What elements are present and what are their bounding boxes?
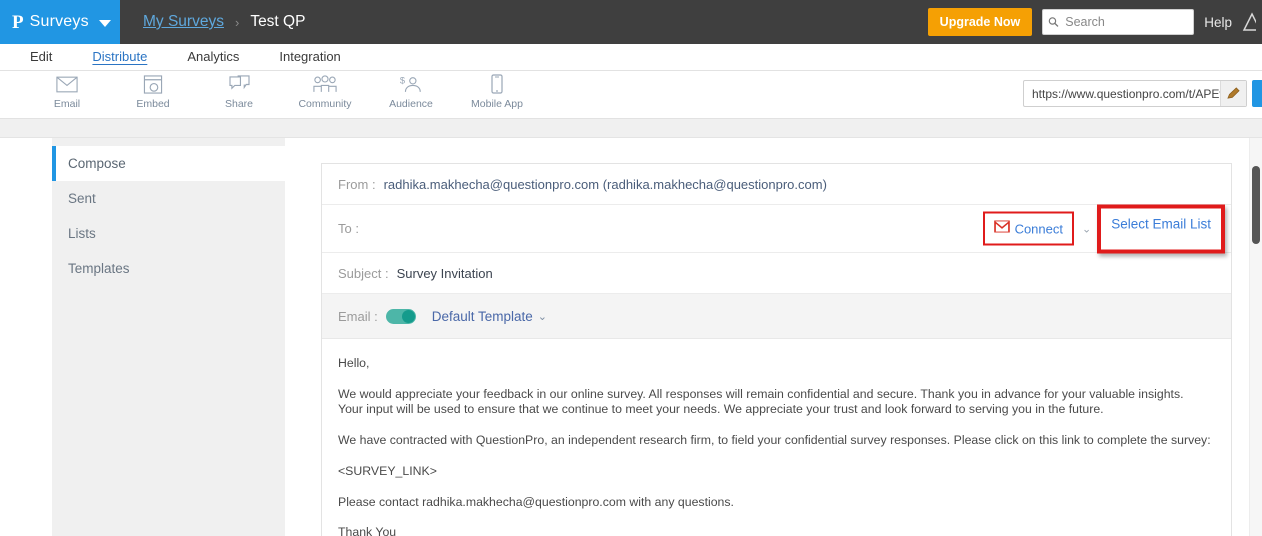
top-navigation-bar: P Surveys My Surveys › Test QP Upgrade N…	[0, 0, 1262, 44]
upgrade-now-button[interactable]: Upgrade Now	[927, 8, 1033, 36]
page-scrollbar[interactable]	[1249, 138, 1262, 536]
body-paragraph: Please contact radhika.makhecha@question…	[338, 494, 734, 509]
channel-embed-label: Embed	[136, 98, 170, 110]
email-template-row: Email : Default Template ⌄	[322, 294, 1231, 339]
channel-share[interactable]: Share	[196, 73, 282, 110]
distribute-channel-toolbar: Email Embed Share Community $ Audience M…	[0, 71, 1262, 119]
to-row: To : Connect ⌄ Select Email List	[322, 204, 1231, 253]
channel-audience[interactable]: $ Audience	[368, 73, 454, 110]
brand-label: Surveys	[29, 13, 89, 30]
share-speech-bubble-icon	[228, 73, 250, 95]
channel-share-label: Share	[224, 98, 254, 110]
search-input[interactable]	[1042, 9, 1195, 35]
body-paragraph: Thank You	[338, 525, 397, 536]
channel-audience-label: Audience	[389, 98, 433, 110]
breadcrumb-current-survey: Test QP	[250, 13, 306, 30]
brand-surveys-menu[interactable]: P Surveys	[0, 0, 120, 44]
sidebar-item-lists-label: Lists	[68, 226, 96, 241]
compose-sidebar: Compose Sent Lists Templates	[52, 138, 285, 536]
to-row-actions: Connect ⌄ Select Email List	[982, 204, 1225, 253]
tab-distribute[interactable]: Distribute	[72, 44, 167, 70]
sidebar-item-compose[interactable]: Compose	[52, 146, 285, 181]
tab-analytics[interactable]: Analytics	[167, 44, 259, 70]
sidebar-item-templates-label: Templates	[68, 261, 130, 276]
sidebar-item-templates[interactable]: Templates	[52, 251, 285, 286]
gmail-connect-button[interactable]: Connect	[982, 211, 1074, 246]
body-paragraph: Hello,	[338, 356, 370, 370]
pencil-icon[interactable]	[1220, 81, 1246, 106]
subject-value[interactable]: Survey Invitation	[397, 266, 493, 281]
channel-email-label: Email	[53, 98, 81, 110]
help-link[interactable]: Help	[1204, 15, 1232, 30]
email-enabled-toggle[interactable]	[385, 308, 416, 324]
subject-label: Subject :	[338, 265, 389, 281]
chevron-down-icon[interactable]: ⌄	[538, 310, 547, 323]
channel-email[interactable]: Email	[24, 73, 110, 110]
top-gray-strip	[0, 119, 1262, 138]
template-selector[interactable]: Default Template	[432, 309, 533, 324]
chevron-down-icon[interactable]: ⌄	[1082, 222, 1091, 235]
survey-url-area: https://www.questionpro.com/t/APEvHZ	[1023, 80, 1262, 107]
channel-mobile-app[interactable]: Mobile App	[454, 73, 540, 110]
channel-mobile-app-label: Mobile App	[471, 98, 523, 110]
subject-row: Subject : Survey Invitation	[322, 253, 1231, 294]
select-email-list-label: Select Email List	[1111, 216, 1211, 231]
sidebar-item-compose-label: Compose	[68, 156, 126, 171]
to-label: To :	[338, 221, 359, 236]
breadcrumb: My Surveys › Test QP	[143, 13, 305, 31]
questionpro-logo-icon: P	[12, 11, 24, 33]
from-label: From :	[338, 176, 376, 192]
breadcrumb-my-surveys[interactable]: My Surveys	[143, 13, 224, 31]
embed-code-icon	[143, 73, 163, 95]
survey-url-box[interactable]: https://www.questionpro.com/t/APEvHZ	[1023, 80, 1247, 107]
svg-text:$: $	[400, 75, 405, 85]
community-people-icon	[313, 73, 337, 95]
email-body[interactable]: Hello, We would appreciate your feedback…	[322, 339, 1231, 536]
compose-main: From : radhika.makhecha@questionpro.com …	[285, 138, 1262, 536]
breadcrumb-separator-icon: ›	[234, 14, 240, 30]
avatar-icon[interactable]	[1242, 12, 1256, 32]
sidebar-item-sent-label: Sent	[68, 191, 96, 206]
channel-embed[interactable]: Embed	[110, 73, 196, 110]
tab-integration[interactable]: Integration	[259, 44, 360, 70]
from-row: From : radhika.makhecha@questionpro.com …	[322, 164, 1231, 205]
channel-community-label: Community	[298, 98, 352, 110]
audience-dollar-icon: $	[399, 73, 423, 95]
gmail-connect-label: Connect	[1014, 221, 1063, 236]
tab-edit[interactable]: Edit	[10, 44, 72, 70]
scrollbar-thumb[interactable]	[1252, 166, 1260, 244]
search-box	[1042, 9, 1195, 35]
url-action-button[interactable]	[1252, 80, 1262, 107]
sidebar-item-lists[interactable]: Lists	[52, 216, 285, 251]
envelope-icon	[56, 73, 78, 95]
gmail-m-icon	[993, 220, 1010, 238]
mobile-phone-icon	[490, 73, 504, 95]
body-paragraph: We have contracted with QuestionPro, an …	[338, 433, 1211, 448]
survey-url-text: https://www.questionpro.com/t/APEvHZ	[1032, 86, 1220, 101]
from-value: radhika.makhecha@questionpro.com (radhik…	[383, 176, 827, 192]
section-tabs: Edit Distribute Analytics Integration	[0, 44, 1262, 71]
body-survey-link-token: <SURVEY_LINK>	[338, 463, 437, 478]
distribute-page-body: Compose Sent Lists Templates From : radh…	[0, 119, 1262, 536]
compose-email-card: From : radhika.makhecha@questionpro.com …	[321, 163, 1232, 536]
email-toggle-label: Email :	[338, 308, 378, 324]
channel-community[interactable]: Community	[282, 73, 368, 110]
sidebar-item-sent[interactable]: Sent	[52, 181, 285, 216]
top-bar-actions: Upgrade Now Help	[927, 0, 1262, 44]
select-email-list-button[interactable]: Select Email List	[1097, 204, 1225, 253]
caret-down-icon	[98, 19, 111, 27]
body-paragraph: We would appreciate your feedback in our…	[338, 386, 1184, 417]
